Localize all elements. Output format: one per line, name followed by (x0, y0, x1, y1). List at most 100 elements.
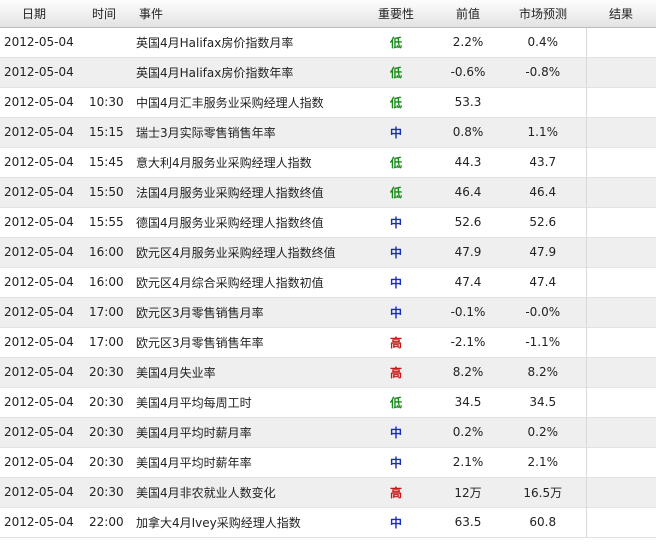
importance-badge: 中 (389, 245, 402, 260)
time-cell: 17:00 (83, 327, 133, 358)
forecast-cell: 43.7 (500, 147, 586, 178)
table-row[interactable]: 2012-05-04 16:00 欧元区4月综合采购经理人指数初值 中 47.4 47.4 (0, 267, 656, 298)
event-cell: 美国4月失业率 (133, 357, 356, 388)
date-cell: 2012-05-04 (0, 207, 83, 238)
time-cell: 17:00 (83, 297, 133, 328)
importance-cell: 高 (356, 477, 436, 508)
forecast-cell: -0.8% (500, 57, 586, 88)
time-cell: 15:15 (83, 117, 133, 148)
table-row[interactable]: 2012-05-04 17:00 欧元区3月零售销售月率 中 -0.1% -0.0% (0, 297, 656, 328)
forecast-cell: 1.1% (500, 117, 586, 148)
header-row: 日期 时间 事件 重要性 前值 市场预测 结果 (0, 0, 656, 28)
header-previous[interactable]: 前值 (436, 0, 500, 28)
table-body: 2012-05-04 英国4月Halifax房价指数月率低 2.2% 0.4% 2012… (0, 27, 656, 538)
table-row[interactable]: 2012-05-04 22:00 加拿大4月Ivey采购经理人指数 中 63.5 60.8 (0, 507, 656, 538)
event-cell: 美国4月非农就业人数变化 (133, 477, 356, 508)
date-cell: 2012-05-04 (0, 447, 83, 478)
result-cell (585, 327, 656, 358)
date-cell: 2012-05-04 (0, 87, 83, 118)
result-cell (585, 87, 656, 118)
event-cell: 欧元区4月服务业采购经理人指数终值 (133, 237, 356, 268)
importance-cell: 低 (356, 57, 436, 88)
table-row[interactable]: 2012-05-04 15:55 德国4月服务业采购经理人指数终值 中 52.6 52.6 (0, 207, 656, 238)
result-cell (585, 447, 656, 478)
forecast-cell: 0.4% (500, 27, 586, 58)
forecast-cell: 2.1% (500, 447, 586, 478)
result-cell (585, 237, 656, 268)
event-cell: 中国4月汇丰服务业采购经理人指数 (133, 87, 356, 118)
forecast-cell: 34.5 (500, 387, 586, 418)
previous-cell: 47.4 (436, 267, 500, 298)
importance-cell: 低 (356, 387, 436, 418)
table-row[interactable]: 2012-05-04 17:00 欧元区3月零售销售年率 高 -2.1% -1.1% (0, 327, 656, 358)
date-cell: 2012-05-04 (0, 477, 83, 508)
forecast-cell: 16.5万 (500, 477, 586, 508)
importance-cell: 中 (356, 297, 436, 328)
header-event[interactable]: 事件 (133, 0, 356, 28)
previous-cell: -2.1% (436, 327, 500, 358)
table-row[interactable]: 2012-05-04 15:50 法国4月服务业采购经理人指数终值 低 46.4 46.4 (0, 177, 656, 208)
date-cell: 2012-05-04 (0, 237, 83, 268)
header-importance[interactable]: 重要性 (356, 0, 436, 28)
time-cell: 22:00 (83, 507, 133, 538)
table-row[interactable]: 2012-05-04 20:30 美国4月平均时薪年率 中 2.1% 2.1% (0, 447, 656, 478)
header-time[interactable]: 时间 (83, 0, 133, 28)
previous-cell: 8.2% (436, 357, 500, 388)
time-cell: 20:30 (83, 417, 133, 448)
importance-badge: 中 (389, 125, 402, 140)
previous-cell: 0.2% (436, 417, 500, 448)
event-cell: 德国4月服务业采购经理人指数终值 (133, 207, 356, 238)
result-cell (585, 297, 656, 328)
importance-cell: 低 (356, 177, 436, 208)
header-date[interactable]: 日期 (0, 0, 83, 28)
importance-badge: 高 (389, 485, 402, 500)
date-cell: 2012-05-04 (0, 387, 83, 418)
forecast-cell: 47.4 (500, 267, 586, 298)
date-cell: 2012-05-04 (0, 147, 83, 178)
time-cell (83, 27, 133, 58)
importance-badge: 中 (389, 305, 402, 320)
importance-badge: 高 (389, 335, 402, 350)
importance-badge: 中 (389, 215, 402, 230)
time-cell: 16:00 (83, 237, 133, 268)
table-row[interactable]: 2012-05-04 20:30 美国4月平均每周工时 低 34.5 34.5 (0, 387, 656, 418)
table-header: 日期 时间 事件 重要性 前值 市场预测 结果 (0, 0, 656, 28)
event-cell: 英国4月Halifax房价指数月率 (133, 27, 356, 58)
result-cell (585, 147, 656, 178)
event-cell: 美国4月平均时薪年率 (133, 447, 356, 478)
header-forecast[interactable]: 市场预测 (500, 0, 586, 28)
event-cell: 瑞士3月实际零售销售年率 (133, 117, 356, 148)
previous-cell: -0.6% (436, 57, 500, 88)
previous-cell: 46.4 (436, 177, 500, 208)
importance-badge: 中 (389, 515, 402, 530)
table-row[interactable]: 2012-05-04 15:15 瑞士3月实际零售销售年率 中 0.8% 1.1% (0, 117, 656, 148)
economic-calendar: 日期 时间 事件 重要性 前值 市场预测 结果 2012-05-04 英国4月Ha… (0, 0, 656, 546)
importance-cell: 中 (356, 447, 436, 478)
date-cell: 2012-05-04 (0, 57, 83, 88)
forecast-cell: 0.2% (500, 417, 586, 448)
previous-cell: 34.5 (436, 387, 500, 418)
table-row[interactable]: 2012-05-04 15:45 意大利4月服务业采购经理人指数 低 44.3 43.7 (0, 147, 656, 178)
importance-cell: 中 (356, 507, 436, 538)
result-cell (585, 477, 656, 508)
table-row[interactable]: 2012-05-04 英国4月Halifax房价指数月率 低 2.2% 0.4% (0, 27, 656, 58)
result-cell (585, 267, 656, 298)
forecast-cell: 47.9 (500, 237, 586, 268)
forecast-cell: 46.4 (500, 177, 586, 208)
table-row[interactable]: 2012-05-04 10:30 中国4月汇丰服务业采购经理人指数 低 53.3 (0, 87, 656, 118)
table-row[interactable]: 2012-05-04 20:30 美国4月非农就业人数变化 高 12万 16.5万 (0, 477, 656, 508)
importance-cell: 中 (356, 267, 436, 298)
time-cell: 15:45 (83, 147, 133, 178)
table-row[interactable]: 2012-05-04 16:00 欧元区4月服务业采购经理人指数终值 中 47.9 47.… (0, 237, 656, 268)
importance-cell: 高 (356, 357, 436, 388)
importance-badge: 低 (389, 155, 402, 170)
forecast-cell: 52.6 (500, 207, 586, 238)
importance-badge: 低 (389, 95, 402, 110)
date-cell: 2012-05-04 (0, 27, 83, 58)
header-result[interactable]: 结果 (586, 0, 656, 28)
table-row[interactable]: 2012-05-04 英国4月Halifax房价指数年率 低 -0.6% -0.8% (0, 57, 656, 88)
result-cell (585, 57, 656, 88)
table-row[interactable]: 2012-05-04 20:30 美国4月失业率 高 8.2% 8.2% (0, 357, 656, 388)
table-row[interactable]: 2012-05-04 20:30 美国4月平均时薪月率 中 0.2% 0.2% (0, 417, 656, 448)
importance-badge: 低 (389, 185, 402, 200)
